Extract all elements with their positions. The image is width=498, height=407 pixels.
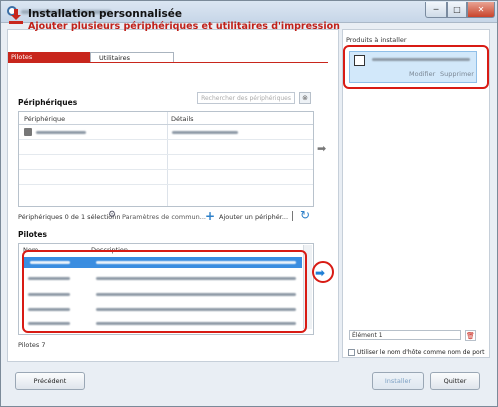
install-button[interactable]: Installer [372, 372, 424, 390]
previous-button[interactable]: Précédent [15, 372, 85, 390]
header-divider [19, 124, 313, 125]
add-to-list-arrow-icon[interactable]: ➡ [317, 142, 326, 155]
printer-icon [24, 128, 32, 136]
add-device-link[interactable]: Ajouter un périphér... [219, 213, 288, 221]
search-clear-icon[interactable]: ⊗ [299, 92, 311, 104]
install-icon [9, 9, 23, 24]
highlight-drivers-box [22, 250, 307, 333]
row-line [19, 154, 313, 155]
highlight-product-box [343, 45, 489, 89]
maximize-button[interactable]: □ [447, 2, 467, 18]
device-search-input[interactable]: Rechercher des périphériques [197, 92, 295, 104]
refresh-icon[interactable]: ↻ [300, 209, 310, 221]
device-details-blurred [172, 131, 238, 134]
products-label: Produits à installer [346, 36, 407, 44]
trash-icon[interactable]: 🗑 [465, 330, 476, 341]
row-line [19, 184, 313, 185]
drivers-heading: Pilotes [18, 230, 47, 239]
hostname-checkbox[interactable] [348, 349, 355, 356]
page-title: Installation personnalisée [28, 8, 182, 20]
separator [292, 211, 293, 221]
col-peripherique[interactable]: Périphérique [24, 115, 65, 123]
row-line [19, 169, 313, 170]
drivers-count: Pilotes 7 [18, 341, 46, 349]
row-line [19, 139, 313, 140]
devices-status: Périphériques 0 de 1 sélectionn [18, 213, 121, 221]
add-driver-arrow-icon[interactable]: ➡ [315, 266, 325, 280]
col-details[interactable]: Détails [171, 115, 194, 123]
minimize-button[interactable]: ─ [425, 2, 447, 18]
quit-button[interactable]: Quitter [430, 372, 480, 390]
devices-heading: Périphériques [18, 98, 78, 107]
page-subtitle: Ajouter plusieurs périphériques et utili… [28, 21, 340, 32]
column-divider [167, 112, 168, 206]
add-device-icon: + [205, 209, 216, 223]
element-count-field: Élément 1 [349, 330, 461, 340]
devices-table: Périphérique Détails [18, 111, 314, 207]
tab-underline [8, 62, 328, 63]
hostname-checkbox-label: Utiliser le nom d'hôte comme nom de port [357, 349, 485, 356]
comm-settings-icon: ⚙ [108, 210, 117, 220]
close-button[interactable]: ✕ [467, 2, 495, 18]
device-name-blurred [36, 131, 86, 134]
comm-settings-link[interactable]: Paramètres de commun... [122, 213, 206, 221]
